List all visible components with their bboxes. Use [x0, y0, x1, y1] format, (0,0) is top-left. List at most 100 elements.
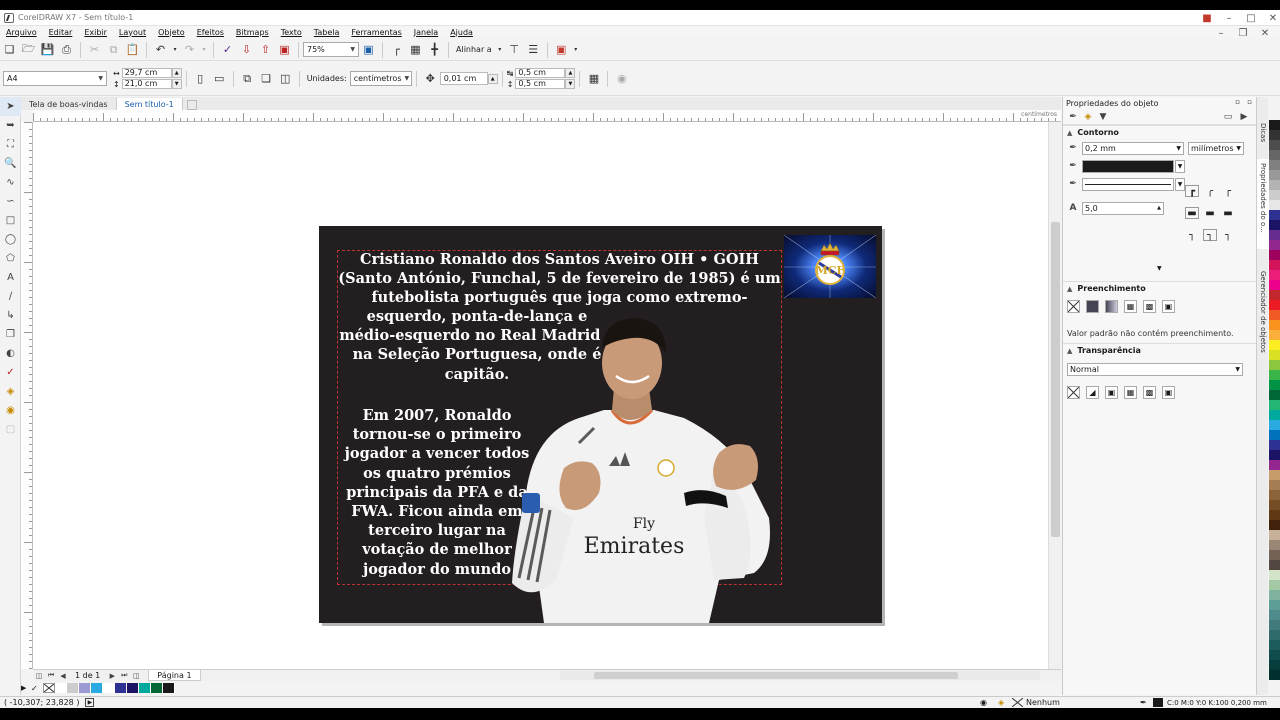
- page-height-field[interactable]: 21,0 cm: [121, 79, 172, 89]
- rectangle-tool-icon[interactable]: □: [0, 211, 21, 230]
- options-icon[interactable]: ◉: [613, 70, 630, 87]
- fill-status-icon[interactable]: ◈: [998, 698, 1004, 707]
- zoom-tool-icon[interactable]: 🔍: [0, 154, 21, 173]
- bitmap-pattern-fill-icon[interactable]: ▩: [1143, 299, 1156, 313]
- color-swatch[interactable]: [115, 683, 127, 693]
- fill-category-icon[interactable]: ◈: [1082, 111, 1094, 123]
- paste-icon[interactable]: 📋: [124, 41, 141, 58]
- no-fill-icon[interactable]: [1067, 299, 1080, 313]
- color-swatch[interactable]: [1269, 420, 1280, 430]
- no-transparency-icon[interactable]: [1067, 385, 1080, 399]
- add-page-before-icon[interactable]: ◫: [33, 672, 45, 680]
- zoom-select[interactable]: 75% ▼: [303, 42, 359, 57]
- menu-janela[interactable]: Janela: [408, 28, 444, 37]
- color-swatch[interactable]: [1269, 260, 1280, 270]
- color-swatch[interactable]: [1269, 460, 1280, 470]
- freehand-tool-icon[interactable]: ∿: [0, 173, 21, 192]
- status-menu-icon[interactable]: ▶: [85, 698, 95, 707]
- outside-position-icon[interactable]: ┐: [1185, 229, 1199, 241]
- landscape-icon[interactable]: ▭: [211, 70, 228, 87]
- menu-ajuda[interactable]: Ajuda: [444, 28, 479, 37]
- nudge-spinner-icon[interactable]: ▲: [487, 73, 498, 84]
- outline-pen-icon[interactable]: ✒: [1140, 698, 1147, 707]
- search-content-icon[interactable]: ✓: [219, 41, 236, 58]
- show-grid-icon[interactable]: ▦: [407, 41, 424, 58]
- color-swatch[interactable]: [151, 683, 163, 693]
- menu-arquivo[interactable]: Arquivo: [0, 28, 43, 37]
- color-swatch[interactable]: [1269, 170, 1280, 180]
- transparency-category-icon[interactable]: ▼: [1097, 111, 1109, 123]
- horizontal-ruler[interactable]: centímetros: [33, 110, 1061, 122]
- minimize-button[interactable]: –: [1218, 12, 1240, 24]
- save-icon[interactable]: 💾: [39, 41, 56, 58]
- next-page-icon[interactable]: ▶: [106, 672, 118, 680]
- round-corner-icon[interactable]: ╭: [1203, 185, 1217, 197]
- color-swatch[interactable]: [1269, 500, 1280, 510]
- smart-fill-icon[interactable]: ◉: [0, 401, 21, 420]
- color-swatch[interactable]: [163, 683, 175, 693]
- nudge-distance-field[interactable]: 0,01 cm: [439, 72, 488, 85]
- outline-section-header[interactable]: ▲ Contorno: [1063, 125, 1256, 139]
- color-swatch[interactable]: [1269, 330, 1280, 340]
- add-page-after-icon[interactable]: ◫: [130, 672, 142, 680]
- parallel-dimension-icon[interactable]: ∕: [0, 287, 21, 306]
- doc-restore-button[interactable]: ❐: [1232, 27, 1254, 39]
- inside-position-icon[interactable]: ┐: [1221, 229, 1235, 241]
- width-spinner-icon[interactable]: ▲: [171, 68, 182, 78]
- uniform-fill-icon[interactable]: [1086, 299, 1099, 313]
- color-swatch[interactable]: [91, 683, 103, 693]
- vector-pattern-transparency-icon[interactable]: ▦: [1124, 385, 1137, 399]
- miter-spinner-icon[interactable]: ▲: [1157, 203, 1161, 214]
- outline-units-select[interactable]: milímetros ▼: [1188, 141, 1244, 155]
- doc-close-button[interactable]: ✕: [1254, 27, 1276, 39]
- previous-page-icon[interactable]: ◀: [57, 672, 69, 680]
- bevel-corner-icon[interactable]: ┌: [1221, 185, 1235, 197]
- docker-view-icon[interactable]: ▭: [1222, 111, 1234, 123]
- snap-to-label[interactable]: Alinhar a: [456, 45, 492, 54]
- square-cap-icon[interactable]: ▬: [1221, 207, 1235, 219]
- color-swatch[interactable]: [1269, 160, 1280, 170]
- show-guidelines-icon[interactable]: ╋: [426, 41, 443, 58]
- color-swatch[interactable]: [1269, 370, 1280, 380]
- color-swatch[interactable]: [1269, 470, 1280, 480]
- dup-x-spinner-icon[interactable]: ▲: [565, 68, 576, 78]
- outline-color-picker[interactable]: [1082, 159, 1174, 173]
- page-layout-icon[interactable]: ◫: [277, 70, 294, 87]
- color-swatch[interactable]: [1269, 650, 1280, 660]
- first-page-icon[interactable]: ⏮: [45, 671, 57, 680]
- color-swatch[interactable]: [1269, 270, 1280, 280]
- color-swatch[interactable]: [127, 683, 139, 693]
- color-swatch[interactable]: [1269, 130, 1280, 140]
- color-swatch[interactable]: [1269, 400, 1280, 410]
- color-swatch[interactable]: [55, 683, 67, 693]
- real-madrid-crest-image[interactable]: MCF: [784, 235, 876, 298]
- tab-untitled-1[interactable]: Sem título-1: [116, 98, 183, 110]
- menu-exibir[interactable]: Exibir: [78, 28, 113, 37]
- cristiano-ronaldo-photo[interactable]: Fly Emirates: [504, 318, 774, 623]
- color-swatch[interactable]: [1269, 390, 1280, 400]
- color-swatch[interactable]: [1269, 320, 1280, 330]
- color-swatch[interactable]: [1269, 620, 1280, 630]
- round-cap-icon[interactable]: ▬: [1203, 207, 1217, 219]
- color-swatch[interactable]: [1269, 490, 1280, 500]
- color-swatch[interactable]: [1269, 340, 1280, 350]
- units-select[interactable]: centímetros ▼: [349, 71, 412, 86]
- close-button[interactable]: ✕: [1262, 12, 1280, 24]
- menu-ferramentas[interactable]: Ferramentas: [345, 28, 407, 37]
- user-account-icon[interactable]: ■: [1196, 12, 1218, 24]
- color-swatch[interactable]: [1269, 440, 1280, 450]
- uniform-transparency-icon[interactable]: ◢: [1086, 385, 1099, 399]
- color-swatch[interactable]: [1269, 200, 1280, 210]
- color-swatch[interactable]: [139, 683, 151, 693]
- doc-minimize-button[interactable]: –: [1210, 27, 1232, 39]
- color-swatch[interactable]: [1269, 280, 1280, 290]
- color-swatch[interactable]: [1269, 180, 1280, 190]
- redo-dropdown-icon[interactable]: ▾: [200, 41, 208, 58]
- color-swatch[interactable]: [79, 683, 91, 693]
- drawing-canvas[interactable]: Cristiano Ronaldo dos Santos Aveiro OIH …: [33, 122, 1048, 669]
- color-swatch[interactable]: [67, 683, 79, 693]
- duplicate-y-field[interactable]: 0,5 cm: [515, 79, 566, 89]
- color-swatch[interactable]: [1269, 670, 1280, 680]
- color-swatch[interactable]: [1269, 120, 1280, 130]
- vertical-scroll-thumb[interactable]: [1051, 222, 1060, 537]
